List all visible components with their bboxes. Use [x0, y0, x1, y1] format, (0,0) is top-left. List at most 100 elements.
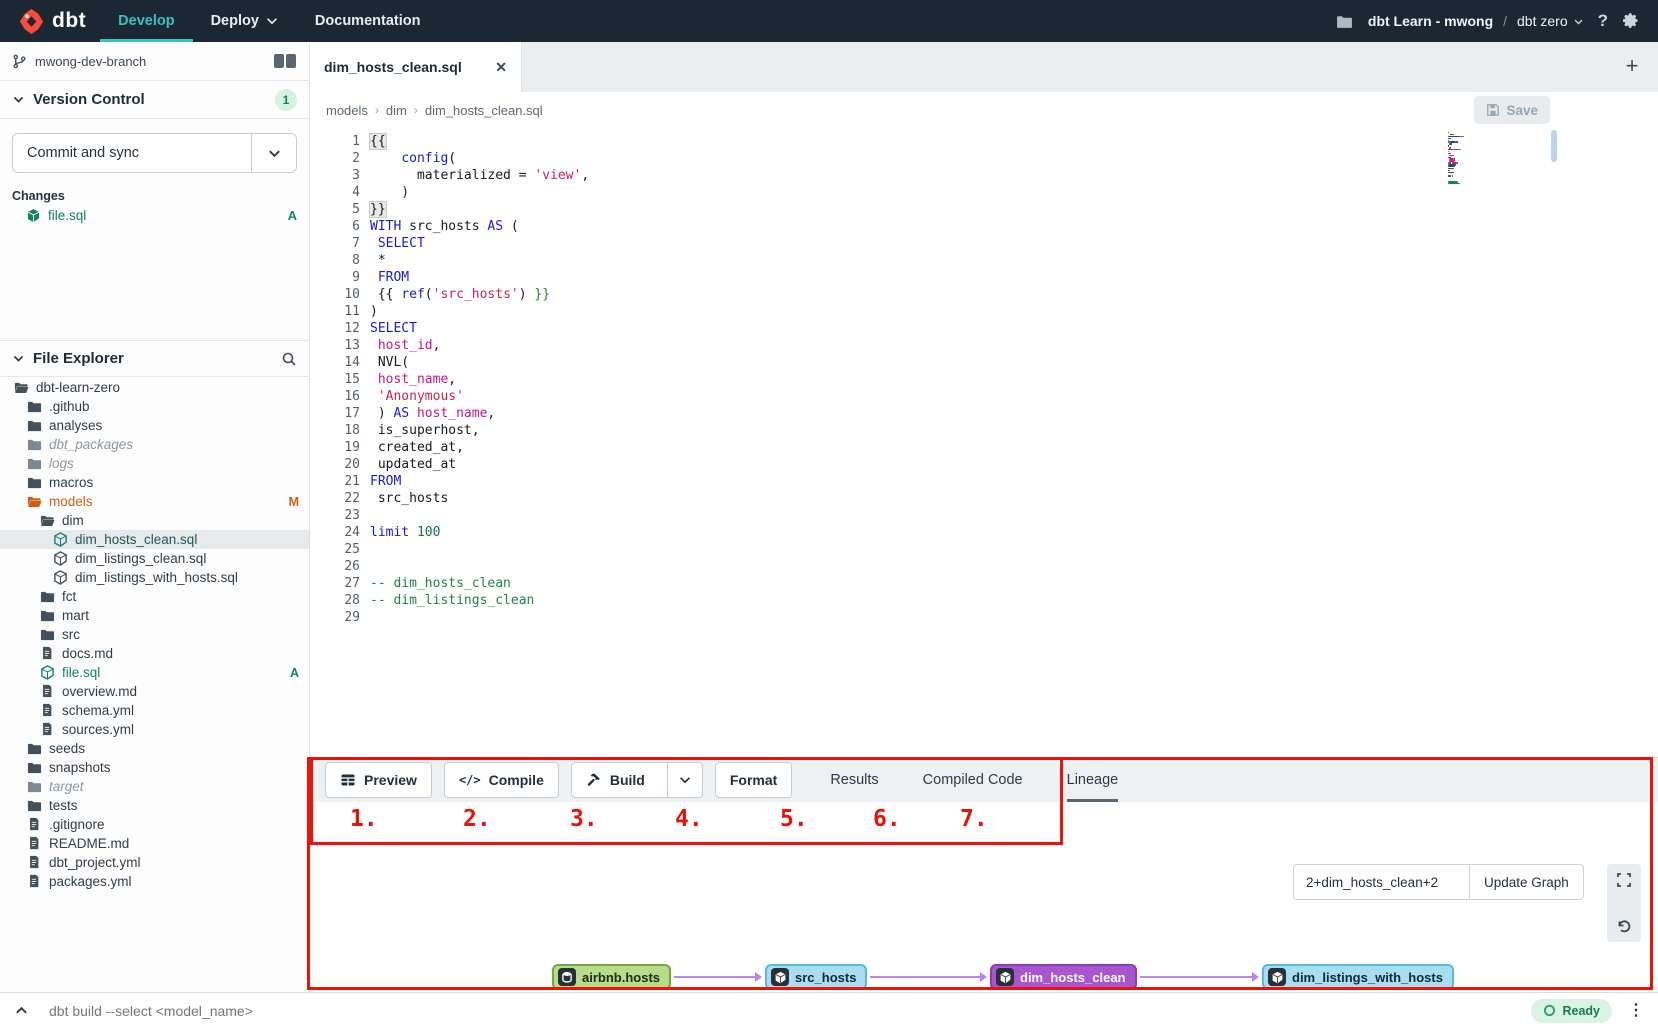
- sidebar: mwong-dev-branch Version Control 1 Commi…: [0, 42, 310, 992]
- build-options-caret[interactable]: [667, 763, 702, 797]
- tree-item-docs-md[interactable]: docs.md: [0, 644, 309, 663]
- nav-items: DevelopDeployDocumentation: [100, 0, 438, 42]
- tree-item-dim-hosts-clean-sql[interactable]: dim_hosts_clean.sql: [0, 530, 309, 549]
- code-line: materialized = 'view',: [370, 167, 589, 184]
- lineage-edge: [870, 976, 981, 978]
- code-line: updated_at: [370, 456, 589, 473]
- lineage-node-src-hosts[interactable]: src_hosts: [765, 964, 867, 990]
- tree-item-snapshots[interactable]: snapshots: [0, 758, 309, 777]
- model-cube-icon: [1268, 968, 1286, 986]
- build-button[interactable]: Build: [571, 762, 703, 798]
- code-line: -- dim_hosts_clean: [370, 575, 589, 592]
- grid-icon: [340, 772, 356, 788]
- file-tab[interactable]: dim_hosts_clean.sql ✕: [310, 42, 522, 92]
- tree-item-src[interactable]: src: [0, 625, 309, 644]
- tree-item-file-sql[interactable]: file.sqlA: [0, 663, 309, 682]
- help-icon[interactable]: ?: [1598, 11, 1608, 31]
- breadcrumb-part[interactable]: models: [326, 103, 368, 118]
- lineage-selector-input[interactable]: [1293, 864, 1469, 900]
- branch-row[interactable]: mwong-dev-branch: [0, 42, 309, 81]
- tree-item-dim[interactable]: dim: [0, 511, 309, 530]
- version-control-header[interactable]: Version Control 1: [0, 81, 309, 119]
- commit-and-sync-button[interactable]: Commit and sync: [12, 133, 297, 173]
- tree-item-overview-md[interactable]: overview.md: [0, 682, 309, 701]
- folder-icon: [1336, 12, 1354, 30]
- breadcrumb-part[interactable]: dim_hosts_clean.sql: [425, 103, 543, 118]
- line-number: 26: [310, 558, 360, 575]
- chevron-down-icon: [12, 352, 25, 365]
- code-editor[interactable]: 1234567891011121314151617181920212223242…: [310, 128, 1658, 757]
- command-input[interactable]: [47, 1002, 1531, 1020]
- tree-item-schema-yml[interactable]: schema.yml: [0, 701, 309, 720]
- tree-item-seeds[interactable]: seeds: [0, 739, 309, 758]
- search-icon[interactable]: [281, 351, 297, 367]
- file-icon: [40, 646, 55, 661]
- tree-item-dbt-project-yml[interactable]: dbt_project.yml: [0, 853, 309, 872]
- account-breadcrumb[interactable]: dbt Learn - mwong / dbt zero: [1368, 13, 1584, 29]
- lineage-selector-group: Update Graph: [1293, 864, 1584, 900]
- tree-item-mart[interactable]: mart: [0, 606, 309, 625]
- close-icon[interactable]: ✕: [495, 59, 507, 76]
- new-tab-plus-icon[interactable]: +: [1620, 55, 1644, 79]
- line-number: 28: [310, 592, 360, 609]
- tree-item-fct[interactable]: fct: [0, 587, 309, 606]
- code-line: *: [370, 252, 589, 269]
- commit-options-caret[interactable]: [251, 134, 296, 172]
- tree-item-packages-yml[interactable]: packages.yml: [0, 872, 309, 891]
- tree-item-dbt-learn-zero[interactable]: dbt-learn-zero: [0, 378, 309, 397]
- panel-tabs: Results Compiled Code Lineage: [830, 758, 1118, 802]
- lineage-node-dim-hosts-clean[interactable]: dim_hosts_clean: [990, 964, 1137, 990]
- editor-scrollbar[interactable]: [1551, 130, 1557, 162]
- tree-item-analyses[interactable]: analyses: [0, 416, 309, 435]
- kebab-menu-icon[interactable]: ⋮: [1628, 1008, 1644, 1013]
- update-graph-button[interactable]: Update Graph: [1469, 864, 1584, 900]
- nav-item-documentation[interactable]: Documentation: [297, 0, 439, 42]
- environment-selector[interactable]: dbt zero: [1517, 13, 1584, 29]
- tree-item-target[interactable]: target: [0, 777, 309, 796]
- tree-item-models[interactable]: modelsM: [0, 492, 309, 511]
- tree-item-logs[interactable]: logs: [0, 454, 309, 473]
- preview-button[interactable]: Preview: [325, 762, 432, 798]
- nav-item-develop[interactable]: Develop: [100, 0, 192, 42]
- tree-item-macros[interactable]: macros: [0, 473, 309, 492]
- tab-compiled-code[interactable]: Compiled Code: [923, 758, 1023, 802]
- git-status-badge: A: [290, 666, 299, 680]
- tree-item--gitignore[interactable]: .gitignore: [0, 815, 309, 834]
- code-line: ) AS host_name,: [370, 405, 589, 422]
- gear-icon[interactable]: [1622, 12, 1640, 30]
- code-line: ): [370, 303, 589, 320]
- tree-item-dbt-packages[interactable]: dbt_packages: [0, 435, 309, 454]
- tree-item--github[interactable]: .github: [0, 397, 309, 416]
- line-number: 11: [310, 303, 360, 320]
- tree-item-dim-listings-with-hosts-sql[interactable]: dim_listings_with_hosts.sql: [0, 568, 309, 587]
- code-line: {{ ref('src_hosts') }}: [370, 286, 589, 303]
- lineage-node-dim-listings-with-hosts[interactable]: dim_listings_with_hosts: [1262, 964, 1454, 990]
- line-number: 6: [310, 218, 360, 235]
- chevron-up-icon[interactable]: [14, 1003, 29, 1018]
- lineage-edge: [674, 976, 756, 978]
- docs-book-icon[interactable]: [273, 53, 297, 69]
- fullscreen-icon[interactable]: [1616, 872, 1632, 888]
- file-explorer-header[interactable]: File Explorer: [0, 340, 309, 377]
- breadcrumb-part[interactable]: dim: [386, 103, 407, 118]
- chevron-down-icon: [1573, 16, 1584, 27]
- tab-lineage[interactable]: Lineage: [1067, 758, 1119, 802]
- file-icon: [27, 836, 42, 851]
- line-number: 17: [310, 405, 360, 422]
- tree-item-sources-yml[interactable]: sources.yml: [0, 720, 309, 739]
- tree-item-dim-listings-clean-sql[interactable]: dim_listings_clean.sql: [0, 549, 309, 568]
- code-line: FROM: [370, 473, 589, 490]
- code-line: 'Anonymous': [370, 388, 589, 405]
- save-button[interactable]: Save: [1474, 96, 1550, 124]
- changed-file-row[interactable]: file.sql A: [0, 205, 309, 226]
- tree-item-readme-md[interactable]: README.md: [0, 834, 309, 853]
- format-button[interactable]: Format: [715, 762, 792, 798]
- lineage-node-airbnb-hosts[interactable]: airbnb.hosts: [552, 964, 671, 990]
- compile-button[interactable]: </>Compile: [444, 762, 559, 798]
- reset-view-icon[interactable]: [1616, 918, 1632, 934]
- tree-item-tests[interactable]: tests: [0, 796, 309, 815]
- code-line: WITH src_hosts AS (: [370, 218, 589, 235]
- dbt-logo[interactable]: dbt: [0, 0, 100, 42]
- nav-item-deploy[interactable]: Deploy: [193, 0, 297, 42]
- tab-results[interactable]: Results: [830, 758, 878, 802]
